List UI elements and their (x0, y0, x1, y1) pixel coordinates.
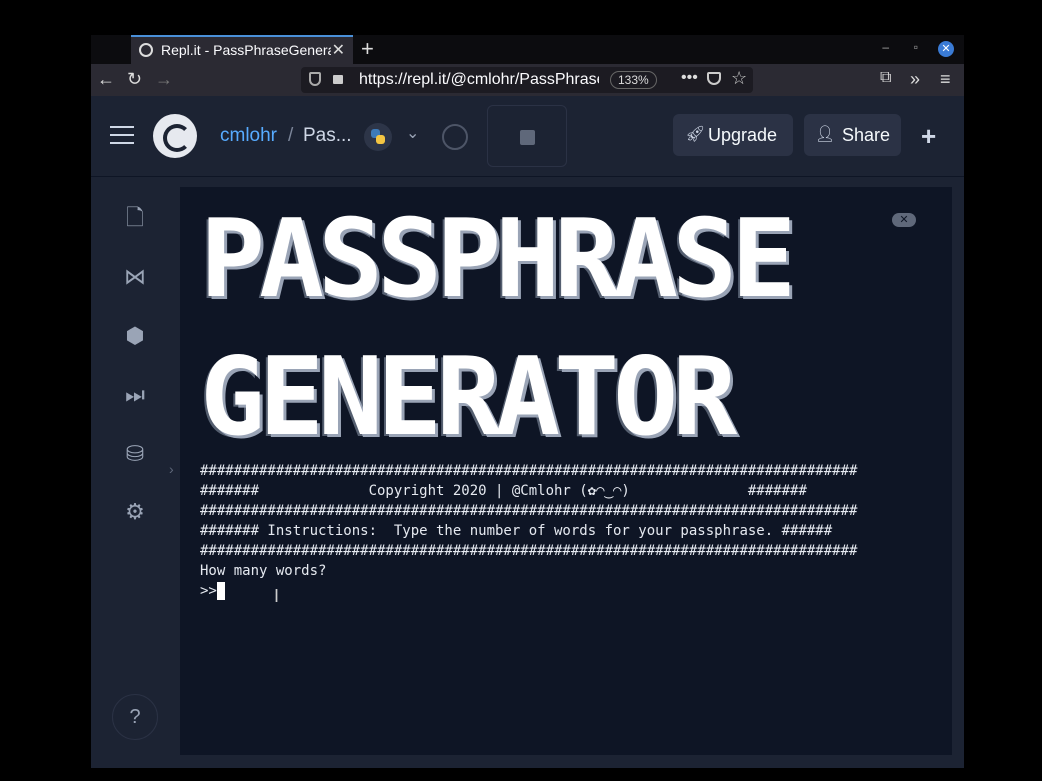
rocket-icon: 🚀︎ (685, 126, 706, 143)
repl-name[interactable]: Pas... (303, 125, 352, 147)
page-actions-icon[interactable]: ••• (681, 69, 698, 87)
history-icon[interactable] (442, 124, 468, 150)
tab-title: Repl.it - PassPhraseGenerator (161, 42, 331, 58)
debugger-icon[interactable]: ⏭ (122, 382, 148, 408)
overflow-icon[interactable]: » (910, 69, 920, 90)
settings-icon[interactable]: ⚙ (122, 499, 148, 525)
replit-favicon-icon (139, 43, 153, 57)
share-button[interactable]: 👤︎ Share (804, 114, 901, 156)
tab-bar: Repl.it - PassPhraseGenerator ✕ + – ▫ ✕ (91, 35, 964, 64)
stop-button[interactable] (487, 105, 567, 167)
ascii-banner-generator: GENERATOR (200, 339, 884, 457)
close-tab-icon[interactable]: ✕ (332, 40, 345, 60)
python-icon[interactable] (364, 123, 392, 151)
packages-icon[interactable]: ⬢ (122, 323, 148, 349)
console-output: ########################################… (200, 461, 857, 581)
restore-icon[interactable]: ▫ (914, 40, 918, 54)
zoom-badge[interactable]: 133% (610, 71, 657, 89)
username-link[interactable]: cmlohr (220, 125, 277, 147)
minimize-icon[interactable]: – (882, 40, 889, 54)
bookmark-star-icon[interactable]: ☆ (731, 68, 747, 89)
prompt-symbol: >> (200, 583, 217, 599)
library-icon[interactable]: ⧉ (880, 69, 891, 87)
browser-tab[interactable]: Repl.it - PassPhraseGenerator ✕ (131, 35, 353, 64)
lock-icon[interactable] (333, 75, 343, 84)
upgrade-button[interactable]: 🚀︎ Upgrade (673, 114, 793, 156)
expand-sidebar-icon[interactable]: › (169, 461, 174, 477)
ibeam-cursor-icon: I (274, 586, 280, 606)
back-icon[interactable]: ← (97, 69, 115, 90)
console-input[interactable]: >> (200, 581, 225, 601)
console-line: How many words? (200, 563, 327, 579)
breadcrumb-separator: / (288, 125, 294, 146)
hamburger-menu-icon[interactable] (110, 126, 134, 144)
sidebar: 🗋 ⋈ ⬢ ⏭ ⛁ ⚙ › ? (91, 177, 179, 768)
console-panel[interactable]: PASSPHRASE ✕ GENERATOR #################… (180, 187, 952, 755)
window-close-icon[interactable]: ✕ (938, 41, 954, 57)
add-user-icon: 👤︎ (815, 126, 836, 143)
banner-line-2: GENERATOR (200, 335, 737, 460)
upgrade-label: Upgrade (708, 125, 778, 145)
repl-header: cmlohr / Pas... ⌄ 🚀︎ Upgrade 👤︎ Share + (91, 96, 964, 177)
new-tab-icon[interactable]: + (361, 36, 374, 62)
replit-logo-icon[interactable] (153, 114, 197, 158)
menu-icon[interactable]: ≡ (940, 69, 951, 90)
dismiss-icon[interactable]: ✕ (892, 213, 916, 227)
console-line: ########################################… (200, 543, 858, 559)
version-control-icon[interactable]: ⋈ (122, 264, 148, 290)
browser-window: Repl.it - PassPhraseGenerator ✕ + – ▫ ✕ … (91, 35, 964, 768)
console-line: ####### Copyright 2020 | @Cmlohr (✿◠‿◠) … (200, 483, 807, 499)
share-label: Share (842, 125, 891, 145)
shield-icon[interactable] (309, 72, 321, 86)
address-bar[interactable]: https://repl.it/@cmlohr/PassPhraseGenera… (301, 67, 753, 93)
console-line: ########################################… (200, 463, 858, 479)
pocket-icon[interactable] (707, 72, 721, 85)
reload-icon[interactable]: ↻ (127, 69, 142, 90)
chevron-down-icon[interactable]: ⌄ (406, 123, 419, 143)
console-line: ####### Instructions: Type the number of… (200, 523, 833, 539)
banner-line-1: PASSPHRASE (200, 197, 796, 322)
url-text[interactable]: https://repl.it/@cmlohr/PassPhraseGenera… (359, 71, 599, 89)
forward-icon[interactable]: → (155, 69, 173, 90)
navigation-bar: ← ↻ → https://repl.it/@cmlohr/PassPhrase… (91, 64, 964, 96)
text-cursor (216, 582, 225, 600)
file-icon[interactable]: 🗋 (122, 205, 148, 231)
ascii-banner-passphrase: PASSPHRASE (200, 201, 922, 319)
database-icon[interactable]: ⛁ (122, 441, 148, 467)
new-repl-icon[interactable]: + (921, 121, 936, 152)
help-button[interactable]: ? (112, 694, 158, 740)
console-line: ########################################… (200, 503, 858, 519)
